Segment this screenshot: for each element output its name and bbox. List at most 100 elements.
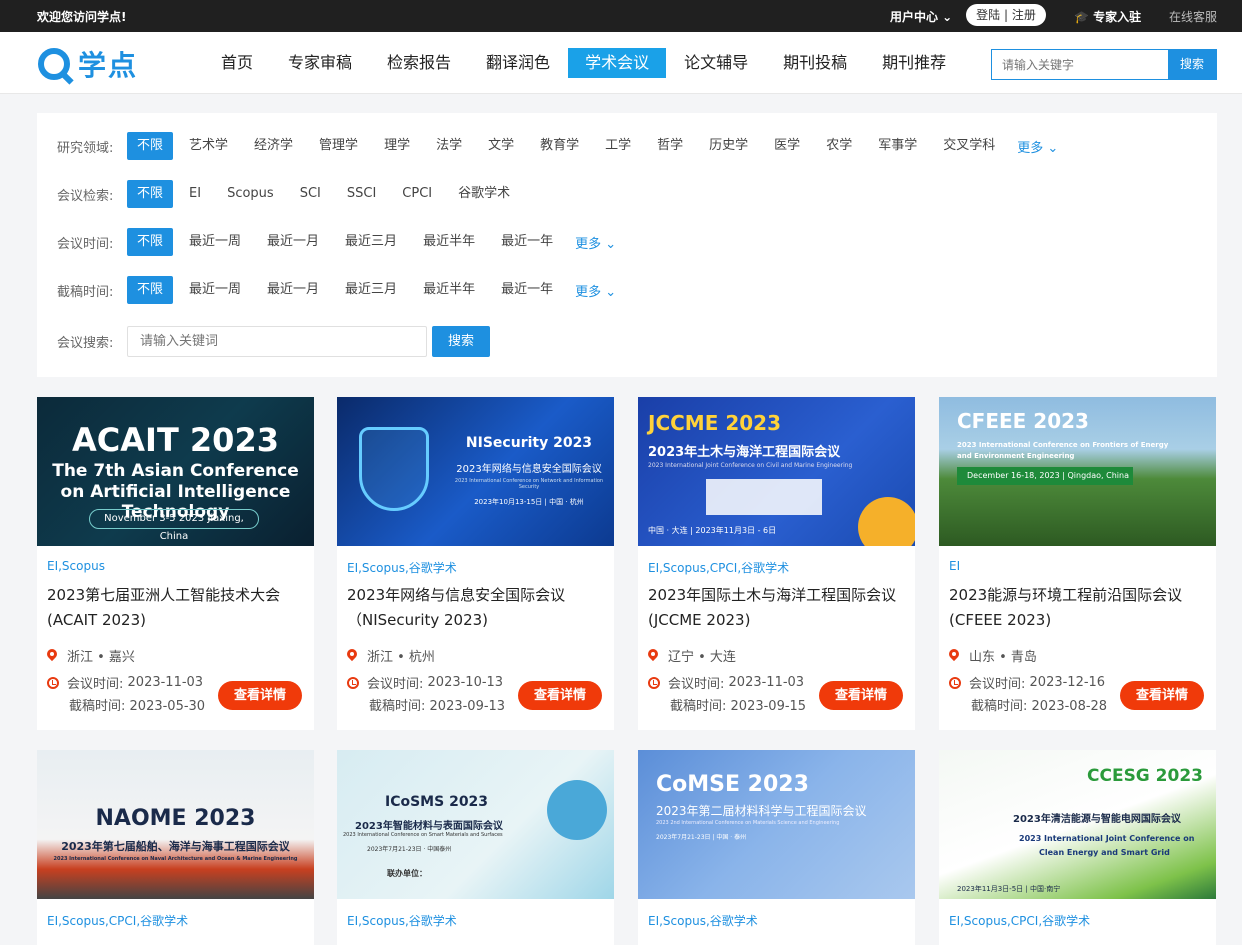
view-details-button[interactable]: 查看详情 — [819, 681, 903, 710]
card-deadline-time: 截稿时间: 2023-09-13 — [369, 695, 505, 714]
filter-option[interactable]: SSCI — [337, 180, 386, 208]
filter-option[interactable]: 不限 — [127, 132, 174, 160]
filter-option[interactable]: 工学 — [595, 132, 641, 160]
shield-icon — [359, 427, 429, 511]
filter-option[interactable]: 教育学 — [530, 132, 589, 160]
meeting-date: 2023-11-03 — [728, 675, 805, 690]
more-toggle[interactable]: 更多 ⌄ — [569, 233, 622, 252]
filter-keyword-search: 会议搜索: 搜索 — [57, 325, 490, 357]
nav-journal-recommend[interactable]: 期刊推荐 — [865, 48, 963, 78]
filter-option[interactable]: 哲学 — [647, 132, 693, 160]
filter-option[interactable]: 法学 — [426, 132, 472, 160]
filter-option[interactable]: 最近三月 — [335, 276, 407, 304]
card-location: 浙江 • 嘉兴 — [47, 646, 135, 665]
user-center-menu[interactable]: 用户中心 ⌄ — [890, 8, 952, 25]
card-deadline-time: 截稿时间: 2023-08-28 — [971, 695, 1107, 714]
conference-search-button[interactable]: 搜索 — [432, 325, 490, 357]
card-banner: CoMSE 2023 2023年第二届材料科学与工程国际会议 2023 2nd … — [638, 750, 915, 899]
location-pin-icon — [949, 649, 959, 662]
filter-option[interactable]: EI — [179, 180, 211, 208]
meeting-time-label: 会议时间: — [668, 677, 725, 692]
filter-meeting-time: 会议时间: 不限 最近一周 最近一月 最近三月 最近半年 最近一年 更多 ⌄ — [57, 228, 622, 256]
banner-subtitle: 2023年第二届材料科学与工程国际会议 — [656, 804, 867, 818]
card-title[interactable]: 2023能源与环境工程前沿国际会议 (CFEEE 2023) — [949, 583, 1211, 633]
filter-option[interactable]: 艺术学 — [179, 132, 238, 160]
header-search-button[interactable]: 搜索 — [1168, 50, 1216, 79]
banner-subtitle: 2023 International Conference on Naval A… — [53, 856, 298, 862]
nav-home[interactable]: 首页 — [204, 48, 270, 78]
filter-option[interactable]: 农学 — [816, 132, 862, 160]
filter-option[interactable]: 最近半年 — [413, 228, 485, 256]
filter-option[interactable]: 不限 — [127, 276, 174, 304]
filter-option[interactable]: 最近一周 — [179, 276, 251, 304]
conference-card[interactable]: JCCME 2023 2023年土木与海洋工程国际会议 2023 Interna… — [638, 397, 915, 730]
card-title[interactable]: 2023年国际土木与海洋工程国际会议 (JCCME 2023) — [648, 583, 910, 633]
conference-search-input[interactable] — [127, 325, 427, 357]
banner-date: 2023年10月13-15日 | 中国 · 杭州 — [474, 498, 584, 506]
online-service-link[interactable]: 在线客服 — [1169, 8, 1217, 25]
banner-date: 2023年7月21-23日 · 中国泰州 — [367, 846, 452, 853]
filter-option[interactable]: 医学 — [764, 132, 810, 160]
card-tags: EI — [949, 559, 961, 573]
conference-card[interactable]: NAOME 2023 2023年第七届船舶、海洋与海事工程国际会议 2023 I… — [37, 750, 314, 945]
banner-title: ACAIT 2023 — [72, 421, 279, 459]
filter-option[interactable]: 交叉学科 — [933, 132, 1005, 160]
more-toggle[interactable]: 更多 ⌄ — [569, 281, 622, 300]
conference-card[interactable]: ACAIT 2023 The 7th Asian Conference on A… — [37, 397, 314, 730]
header-search-input[interactable] — [992, 50, 1168, 79]
filter-option[interactable]: 最近一月 — [257, 276, 329, 304]
clock-icon — [949, 676, 961, 689]
nav-search-report[interactable]: 检索报告 — [370, 48, 468, 78]
card-deadline-time: 截稿时间: 2023-05-30 — [69, 695, 205, 714]
register-link[interactable]: 注册 — [1012, 8, 1036, 22]
banner-title: CoMSE 2023 — [656, 772, 809, 797]
nav-tutoring[interactable]: 论文辅导 — [667, 48, 765, 78]
filter-option[interactable]: 文学 — [478, 132, 524, 160]
banner-subtitle: and Environment Engineering — [957, 452, 1075, 460]
filter-option[interactable]: 军事学 — [868, 132, 927, 160]
conference-card[interactable]: ICoSMS 2023 2023年智能材料与表面国际会议 2023 Intern… — [337, 750, 614, 945]
filter-option[interactable]: 最近半年 — [413, 276, 485, 304]
conference-card[interactable]: NISecurity 2023 2023年网络与信息安全国际会议 2023 In… — [337, 397, 614, 730]
filter-option[interactable]: CPCI — [392, 180, 442, 208]
filter-option[interactable]: 不限 — [127, 180, 174, 208]
banner-partner-label: 联办单位： — [387, 869, 427, 878]
nav-conferences[interactable]: 学术会议 — [568, 48, 667, 78]
card-deadline-time: 截稿时间: 2023-09-15 — [670, 695, 806, 714]
conference-card[interactable]: CoMSE 2023 2023年第二届材料科学与工程国际会议 2023 2nd … — [638, 750, 915, 945]
filter-option[interactable]: 不限 — [127, 228, 174, 256]
filter-option[interactable]: 历史学 — [699, 132, 758, 160]
filter-option[interactable]: 最近三月 — [335, 228, 407, 256]
filter-option[interactable]: 经济学 — [244, 132, 303, 160]
filter-option[interactable]: 理学 — [374, 132, 420, 160]
conference-card[interactable]: CFEEE 2023 2023 International Conference… — [939, 397, 1216, 730]
card-title[interactable]: 2023年网络与信息安全国际会议（NISecurity 2023) — [347, 583, 609, 633]
nav-expert-review[interactable]: 专家审稿 — [271, 48, 369, 78]
card-banner: ACAIT 2023 The 7th Asian Conference on A… — [37, 397, 314, 546]
filter-option[interactable]: SCI — [290, 180, 331, 208]
card-title[interactable]: 2023第七届亚洲人工智能技术大会(ACAIT 2023) — [47, 583, 309, 633]
view-details-button[interactable]: 查看详情 — [218, 681, 302, 710]
banner-subtitle: 2023 International Conference on Network… — [454, 478, 604, 490]
filter-option[interactable]: 谷歌学术 — [448, 180, 520, 208]
more-toggle[interactable]: 更多 ⌄ — [1011, 137, 1064, 156]
nav-translation[interactable]: 翻译润色 — [469, 48, 567, 78]
filter-option[interactable]: 最近一年 — [491, 276, 563, 304]
card-banner: CFEEE 2023 2023 International Conference… — [939, 397, 1216, 546]
filter-option[interactable]: 最近一周 — [179, 228, 251, 256]
filter-deadline-time: 截稿时间: 不限 最近一周 最近一月 最近三月 最近半年 最近一年 更多 ⌄ — [57, 276, 622, 304]
filter-option[interactable]: Scopus — [217, 180, 284, 208]
filter-option[interactable]: 最近一年 — [491, 228, 563, 256]
filter-index: 会议检索: 不限 EI Scopus SCI SSCI CPCI 谷歌学术 — [57, 180, 526, 208]
conference-card[interactable]: CCESG 2023 2023年清洁能源与智能电网国际会议 2023 Inter… — [939, 750, 1216, 945]
expert-join-link[interactable]: 🎓 专家入驻 — [1074, 8, 1141, 25]
banner-title: ICoSMS 2023 — [385, 794, 489, 810]
filter-option[interactable]: 最近一月 — [257, 228, 329, 256]
view-details-button[interactable]: 查看详情 — [518, 681, 602, 710]
filter-option[interactable]: 管理学 — [309, 132, 368, 160]
view-details-button[interactable]: 查看详情 — [1120, 681, 1204, 710]
logo-text: 学点 — [78, 49, 139, 82]
nav-journal-submission[interactable]: 期刊投稿 — [766, 48, 864, 78]
login-link[interactable]: 登陆 — [976, 8, 1000, 22]
site-logo[interactable]: 学点 — [38, 46, 138, 82]
